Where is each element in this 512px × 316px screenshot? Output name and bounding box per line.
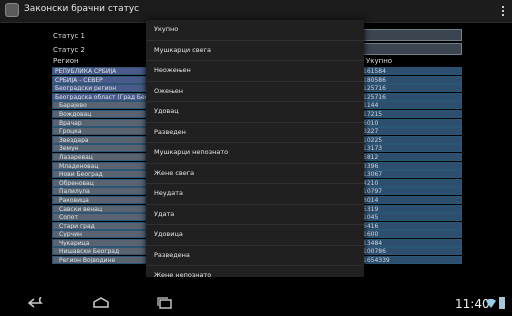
wifi-icon: [486, 298, 496, 308]
back-icon[interactable]: [27, 297, 47, 309]
total-value-cell: 10797: [356, 187, 462, 196]
total-value-cell: 6416: [356, 221, 462, 230]
home-icon[interactable]: [91, 297, 111, 309]
dropdown-option[interactable]: Неудата: [146, 184, 364, 205]
recent-apps-icon[interactable]: [155, 297, 175, 309]
total-value-cell: 13484: [356, 238, 462, 247]
dropdown-option[interactable]: Разведен: [146, 123, 364, 143]
status2-label: Статус 2: [53, 46, 86, 54]
dropdown-option[interactable]: Удата: [146, 205, 364, 225]
total-value-cell: 10225: [356, 135, 462, 144]
total-value-cell: 1045: [356, 213, 462, 222]
total-value-cell: 13067: [356, 170, 462, 179]
total-value-cell: 3227: [356, 127, 462, 136]
clock: 11:40: [455, 297, 490, 311]
app-logo-icon[interactable]: [5, 3, 19, 17]
total-value-cell: 1654339: [356, 256, 462, 265]
col-header-total: Укупно: [366, 57, 393, 65]
dropdown-option[interactable]: Разведена: [146, 246, 364, 266]
dropdown-option[interactable]: Неожењен: [146, 61, 364, 82]
col-header-region: Регион: [53, 57, 79, 65]
total-value-cell: 161584: [356, 67, 462, 75]
total-value-cell: 180586: [356, 75, 462, 84]
dropdown-option[interactable]: Укупно: [146, 20, 364, 41]
dropdown-option[interactable]: Жене свега: [146, 164, 364, 184]
status1-label: Статус 1: [53, 32, 86, 40]
total-value-cell: 5319: [356, 204, 462, 213]
total-value-cell: 8014: [356, 195, 462, 204]
dropdown-option[interactable]: Удовица: [146, 225, 364, 246]
navigation-bar: 11:40: [0, 292, 512, 316]
app-title: Законски брачни статус: [24, 4, 140, 14]
overflow-menu-icon[interactable]: [500, 4, 506, 18]
total-value-cell: 13173: [356, 144, 462, 153]
dropdown-option[interactable]: Мушкарци свега: [146, 41, 364, 61]
total-value-cell: 100786: [356, 247, 462, 256]
total-value-cell: 125716: [356, 92, 462, 101]
total-value-cell: 5812: [356, 152, 462, 161]
dropdown-option[interactable]: Мушкарци непознато: [146, 143, 364, 164]
status2-select[interactable]: [360, 43, 462, 55]
dropdown-option[interactable]: Ожењен: [146, 82, 364, 102]
total-value-cell: 3396: [356, 161, 462, 170]
dropdown-option[interactable]: Жене непознато: [146, 266, 364, 286]
battery-icon: [499, 297, 505, 309]
total-value-cell: 1600: [356, 230, 462, 239]
total-value-cell: 6010: [356, 118, 462, 127]
total-value-cell: 17215: [356, 109, 462, 118]
total-value-cell: 1144: [356, 101, 462, 110]
status-dropdown-menu: Укупно Мушкарци свега Неожењен Ожењен Удовац…: [146, 20, 364, 279]
total-value-cell: 125716: [356, 84, 462, 93]
dropdown-option[interactable]: Удовац: [146, 102, 364, 123]
status1-select[interactable]: [360, 29, 462, 41]
total-value-cell: 4210: [356, 178, 462, 187]
